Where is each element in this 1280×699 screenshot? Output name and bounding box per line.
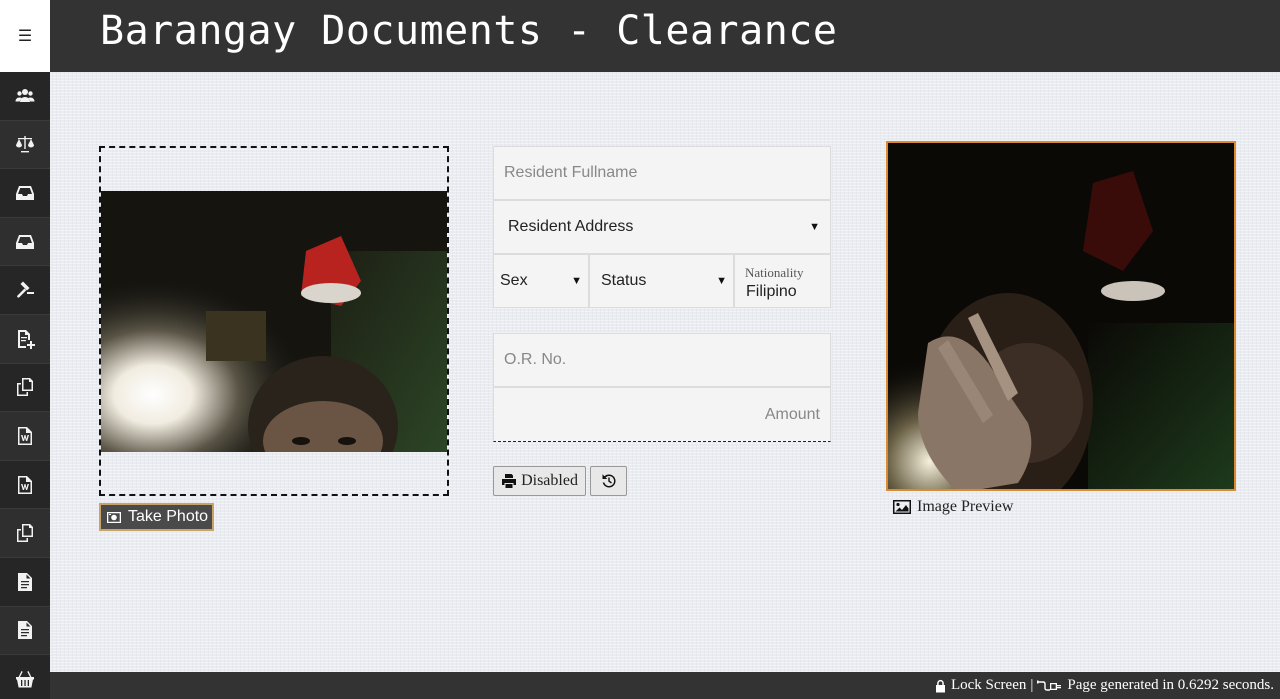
- sidebar-item-word-2[interactable]: [0, 460, 50, 510]
- or-number-placeholder: O.R. No.: [504, 351, 567, 368]
- history-icon: [601, 473, 617, 489]
- gavel-icon: [15, 280, 35, 300]
- inbox-icon: [15, 183, 35, 203]
- take-photo-label: Take Photo: [128, 508, 209, 525]
- sidebar-item-basket[interactable]: [0, 655, 50, 699]
- sex-value: Sex: [500, 272, 528, 289]
- sidebar: ☰: [0, 0, 50, 699]
- amount-input[interactable]: Amount: [493, 387, 831, 442]
- inbox-icon: [15, 232, 35, 252]
- captured-photo: [888, 143, 1234, 489]
- camera-feed: [101, 191, 447, 452]
- personal-details-row: Sex ▼ Status ▼ Nationality Filipino: [493, 254, 831, 308]
- footer-bar: Lock Screen | Page generated in 0.6292 s…: [50, 672, 1280, 699]
- webcam-video: [101, 191, 447, 452]
- word-file-icon: [15, 475, 35, 495]
- reset-button[interactable]: [590, 466, 627, 496]
- sidebar-item-word-1[interactable]: [0, 412, 50, 461]
- resident-fullname-placeholder: Resident Fullname: [504, 164, 638, 181]
- sidebar-item-copy-1[interactable]: [0, 363, 50, 413]
- header-bar: Barangay Documents - Clearance: [50, 0, 1280, 72]
- copy-icon: [15, 523, 35, 543]
- status-value: Status: [601, 272, 647, 289]
- take-photo-button[interactable]: Take Photo: [99, 503, 214, 531]
- print-icon: [501, 473, 517, 489]
- file-text-icon: [15, 620, 35, 640]
- file-text-icon: [15, 572, 35, 592]
- print-button[interactable]: Disabled: [493, 466, 586, 496]
- sidebar-item-copy-2[interactable]: [0, 509, 50, 558]
- image-preview-label: Image Preview: [917, 498, 1014, 515]
- lock-screen-link[interactable]: Lock Screen: [951, 677, 1026, 694]
- resident-fullname-input[interactable]: Resident Fullname: [493, 146, 831, 200]
- image-preview: [886, 141, 1236, 491]
- word-file-icon: [15, 426, 35, 446]
- plug-icon: [1037, 679, 1063, 693]
- sidebar-item-inbox-2[interactable]: [0, 217, 50, 267]
- nationality-field[interactable]: Nationality Filipino: [734, 254, 831, 308]
- print-button-label: Disabled: [521, 472, 578, 489]
- footer-separator: |: [1030, 677, 1034, 693]
- resident-address-value: Resident Address: [508, 218, 634, 235]
- menu-toggle-button[interactable]: ☰: [0, 0, 50, 72]
- page-generated-text: Page generated in 0.6292 seconds.: [1067, 677, 1274, 693]
- scale-icon: [15, 134, 35, 154]
- sidebar-item-blotter[interactable]: [0, 120, 50, 170]
- copy-icon: [15, 377, 35, 397]
- status-select[interactable]: Status ▼: [589, 254, 734, 308]
- or-number-input[interactable]: O.R. No.: [493, 333, 831, 387]
- sidebar-item-gavel[interactable]: [0, 266, 50, 315]
- caret-down-icon: ▼: [571, 275, 582, 287]
- caret-down-icon: ▼: [809, 221, 820, 233]
- hamburger-icon: ☰: [17, 28, 33, 45]
- sex-select[interactable]: Sex ▼: [493, 254, 589, 308]
- camera-frame: [99, 146, 449, 496]
- sidebar-item-residents[interactable]: [0, 72, 50, 121]
- sidebar-item-file-2[interactable]: [0, 606, 50, 656]
- users-icon: [15, 86, 35, 106]
- file-add-icon: [15, 329, 35, 349]
- nationality-value: Filipino: [746, 283, 797, 300]
- nationality-label: Nationality: [745, 265, 804, 280]
- caret-down-icon: ▼: [716, 275, 727, 287]
- camera-icon: [106, 509, 122, 525]
- lock-icon: [934, 679, 947, 693]
- amount-placeholder: Amount: [764, 405, 820, 423]
- page-title: Barangay Documents - Clearance: [100, 8, 838, 54]
- sidebar-item-file-1[interactable]: [0, 557, 50, 607]
- sidebar-item-inbox-1[interactable]: [0, 169, 50, 218]
- image-icon: [893, 499, 911, 515]
- sidebar-item-new-document[interactable]: [0, 314, 50, 364]
- basket-icon: [15, 669, 35, 689]
- resident-address-select[interactable]: Resident Address ▼: [493, 200, 831, 254]
- image-preview-caption: Image Preview: [893, 498, 1013, 516]
